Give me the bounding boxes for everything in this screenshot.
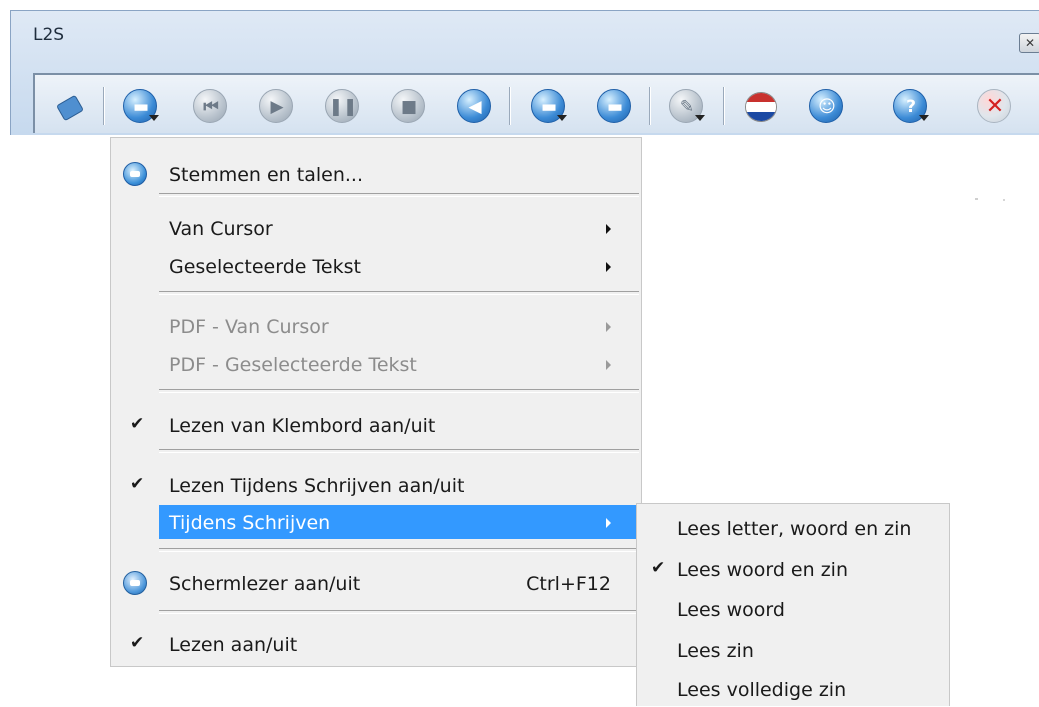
dutch-flag-icon[interactable]	[741, 87, 781, 127]
screen-speck	[975, 198, 978, 200]
menu-item-while-typing[interactable]: Tijdens Schrijven	[159, 505, 641, 539]
checkmark-icon: ✔	[651, 558, 666, 578]
voices-icon	[123, 162, 147, 186]
submenu-item-label: Lees letter, woord en zin	[677, 518, 912, 540]
submenu-item-sentence[interactable]: Lees zin	[637, 632, 949, 668]
menu-shortcut: Ctrl+F12	[526, 573, 611, 595]
menu-separator	[159, 193, 639, 197]
speak-dropdown-menu: Stemmen en talen... Van Cursor Geselecte…	[110, 137, 642, 667]
checkmark-icon: ✔	[130, 633, 145, 653]
speak-menu-icon[interactable]: ▬	[121, 87, 161, 127]
volume-icon[interactable]: ◀	[455, 87, 495, 127]
menu-item-read-clipboard[interactable]: ✔ Lezen van Klembord aan/uit	[111, 408, 641, 442]
menu-item-label: Lezen Tijdens Schrijven aan/uit	[169, 475, 465, 497]
menu-separator	[159, 449, 639, 453]
submenu-item-letter-word-sentence[interactable]: Lees letter, woord en zin	[637, 510, 949, 546]
submenu-arrow-icon	[606, 518, 611, 528]
play-icon[interactable]: ▶	[257, 87, 297, 127]
menu-item-read-while-typing[interactable]: ✔ Lezen Tijdens Schrijven aan/uit	[111, 468, 641, 502]
menu-item-pdf-from-cursor[interactable]: PDF - Van Cursor	[111, 309, 641, 343]
submenu-item-label: Lees zin	[677, 640, 754, 662]
stop-icon[interactable]: ■	[389, 87, 429, 127]
submenu-item-word-sentence[interactable]: ✔ Lees woord en zin	[637, 551, 949, 587]
menu-item-read-toggle[interactable]: ✔ Lezen aan/uit	[111, 627, 641, 661]
menu-item-label: Stemmen en talen...	[169, 164, 363, 186]
toolbar: ▬ ⏮ ▶ ❚❚ ■ ◀ ▬ ▬ ✎ ☺ ? ✕	[33, 73, 1039, 133]
menu-item-pdf-selected-text[interactable]: PDF - Geselecteerde Tekst	[111, 347, 641, 381]
app-window: L2S ✕ ▬ ⏮ ▶ ❚❚ ■ ◀ ▬ ▬ ✎ ☺ ? ✕	[10, 10, 1039, 135]
submenu-item-label: Lees woord	[677, 599, 785, 621]
toolbar-separator	[723, 87, 725, 125]
menu-item-screen-reader[interactable]: Schermlezer aan/uit Ctrl+F12	[111, 566, 641, 600]
checkmark-icon: ✔	[130, 414, 145, 434]
submenu-item-word[interactable]: Lees woord	[637, 591, 949, 627]
record-power-icon[interactable]: ▬	[595, 87, 635, 127]
settings-icon[interactable]	[49, 87, 89, 127]
toolbar-separator	[649, 87, 651, 125]
submenu-item-label: Lees volledige zin	[677, 679, 847, 701]
menu-item-label: Van Cursor	[169, 218, 273, 240]
submenu-arrow-icon	[606, 360, 611, 370]
submenu-item-label: Lees woord en zin	[677, 559, 848, 581]
checkmark-icon: ✔	[130, 474, 145, 494]
toolbar-separator	[103, 87, 105, 125]
voices-icon[interactable]: ☺	[807, 87, 847, 127]
menu-item-selected-text[interactable]: Geselecteerde Tekst	[111, 249, 641, 283]
title-bar[interactable]: L2S ✕	[11, 11, 1039, 69]
menu-item-from-cursor[interactable]: Van Cursor	[111, 211, 641, 245]
submenu-arrow-icon	[606, 262, 611, 272]
screen-speck	[1003, 199, 1005, 201]
menu-separator	[159, 610, 639, 614]
submenu-arrow-icon	[606, 224, 611, 234]
menu-item-label: PDF - Van Cursor	[169, 316, 329, 338]
menu-item-label: Geselecteerde Tekst	[169, 256, 361, 278]
window-title: L2S	[33, 25, 65, 45]
submenu-item-full-sentence[interactable]: Lees volledige zin	[637, 671, 949, 707]
previous-icon[interactable]: ⏮	[191, 87, 231, 127]
menu-item-voices-and-languages[interactable]: Stemmen en talen...	[111, 157, 641, 191]
while-typing-submenu: Lees letter, woord en zin ✔ Lees woord e…	[636, 503, 950, 706]
help-icon[interactable]: ?	[891, 87, 931, 127]
close-button[interactable]: ✕	[1019, 33, 1039, 53]
menu-separator	[159, 548, 639, 552]
menu-item-label: Schermlezer aan/uit	[169, 573, 361, 595]
menu-item-label: PDF - Geselecteerde Tekst	[169, 354, 417, 376]
pause-icon[interactable]: ❚❚	[323, 87, 363, 127]
screen-reader-icon	[123, 571, 147, 595]
menu-item-label: Lezen aan/uit	[169, 634, 298, 656]
menu-separator	[159, 291, 639, 295]
save-audio-icon[interactable]: ▬	[529, 87, 569, 127]
menu-separator	[159, 389, 639, 393]
submenu-arrow-icon	[606, 322, 611, 332]
tools-icon[interactable]: ✎	[667, 87, 707, 127]
menu-item-label: Tijdens Schrijven	[169, 512, 331, 534]
toolbar-separator	[509, 87, 511, 125]
menu-item-label: Lezen van Klembord aan/uit	[169, 415, 436, 437]
exit-icon[interactable]: ✕	[975, 87, 1015, 127]
